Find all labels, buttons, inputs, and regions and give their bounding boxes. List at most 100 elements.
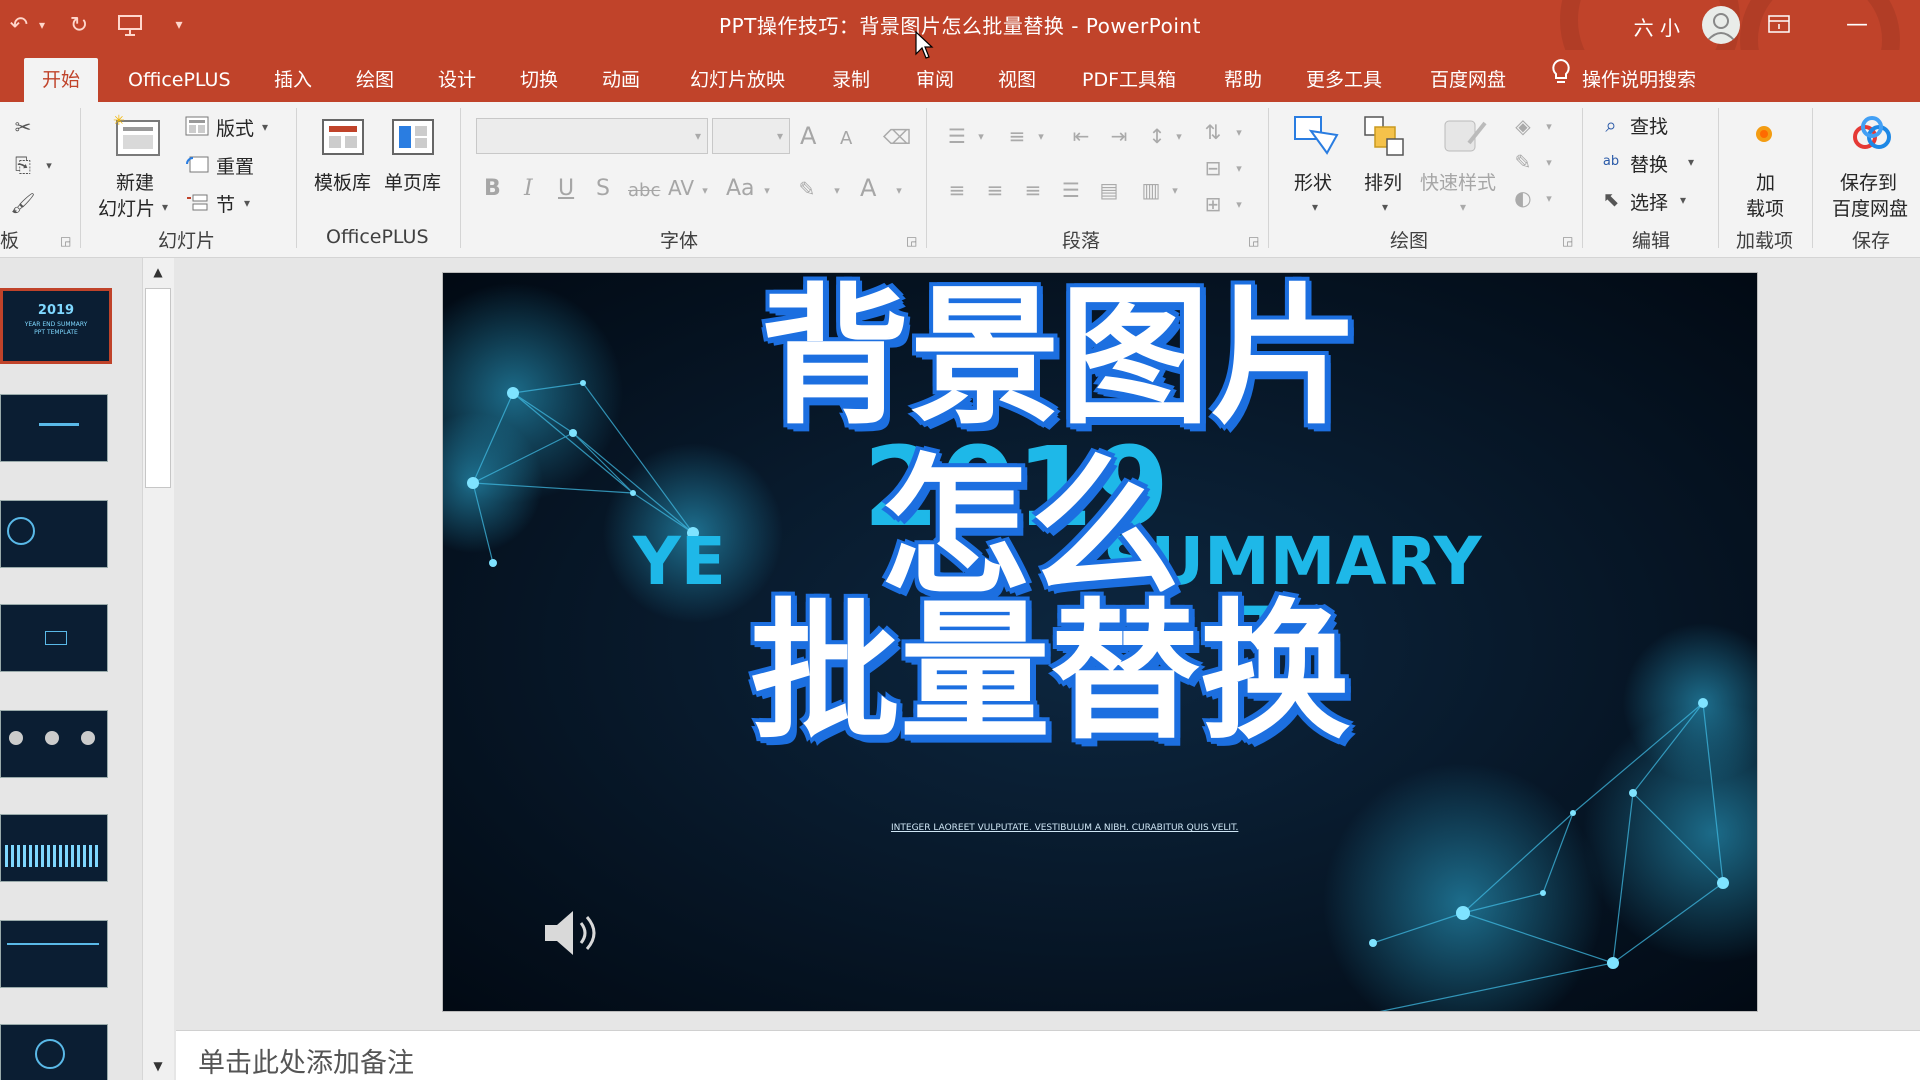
tab-review[interactable]: 审阅 [898, 58, 972, 102]
numbering-icon[interactable]: ≡ [1002, 122, 1032, 150]
layout-label[interactable]: 版式 [216, 114, 254, 141]
shrink-font-button[interactable]: A [840, 128, 852, 149]
shapes-icon[interactable] [1290, 112, 1342, 162]
font-name-select[interactable] [476, 118, 708, 154]
line-spacing-dropdown-icon[interactable]: ▾ [1172, 128, 1186, 144]
tab-more-tools[interactable]: 更多工具 [1288, 58, 1400, 102]
font-name-dropdown-icon[interactable]: ▾ [690, 126, 706, 146]
tab-help[interactable]: 帮助 [1206, 58, 1280, 102]
tab-pdf-tools[interactable]: PDF工具箱 [1064, 58, 1194, 102]
copy-dropdown-icon[interactable]: ▾ [42, 158, 56, 172]
layout-icon[interactable] [184, 114, 210, 138]
single-page-library-icon[interactable] [388, 114, 438, 162]
strikethrough-button[interactable]: abc [628, 180, 660, 201]
align-left-icon[interactable]: ≡ [942, 176, 972, 204]
paragraph-launcher-icon[interactable]: ◲ [1248, 234, 1259, 248]
quick-styles-icon[interactable] [1438, 112, 1490, 162]
addins-label[interactable]: 加 [1756, 168, 1775, 195]
scroll-up-icon[interactable]: ▲ [146, 260, 170, 284]
tab-record[interactable]: 录制 [814, 58, 888, 102]
text-direction-icon[interactable]: ⇅ [1198, 118, 1228, 146]
slide-fine-print[interactable]: INTEGER LAOREET VULPUTATE. VESTIBULUM A … [891, 823, 1238, 833]
scroll-down-icon[interactable]: ▼ [146, 1054, 170, 1078]
speaker-icon[interactable] [539, 901, 603, 965]
align-text-icon[interactable]: ⊟ [1198, 154, 1228, 182]
reset-label[interactable]: 重置 [216, 152, 254, 179]
minimize-icon[interactable]: — [1834, 6, 1880, 42]
template-library-label[interactable]: 模板库 [314, 168, 371, 195]
overlay-title-line-1[interactable]: 背景图片 [443, 273, 1717, 443]
increase-indent-icon[interactable]: ⇥ [1104, 122, 1134, 150]
bullets-icon[interactable]: ☰ [942, 122, 972, 150]
slide-thumbnail-4[interactable] [0, 604, 108, 672]
tab-draw[interactable]: 绘图 [338, 58, 412, 102]
grow-font-button[interactable]: A [800, 122, 816, 150]
shape-outline-icon[interactable]: ✎ [1508, 148, 1538, 176]
format-painter-icon[interactable]: 🖌 [8, 188, 38, 218]
reset-icon[interactable] [184, 152, 210, 176]
addins-label-2[interactable]: 载项 [1746, 194, 1784, 221]
tab-slideshow[interactable]: 幻灯片放映 [672, 58, 803, 102]
new-slide-label-2[interactable]: 幻灯片 [98, 194, 155, 221]
character-spacing-button[interactable]: AV [668, 176, 694, 200]
tab-officeplus[interactable]: OfficePLUS [110, 58, 249, 102]
tab-home[interactable]: 开始 [24, 58, 99, 102]
avatar[interactable] [1702, 6, 1740, 44]
italic-button[interactable]: I [524, 176, 533, 201]
shape-outline-dropdown-icon[interactable]: ▾ [1542, 154, 1556, 170]
smartart-icon[interactable]: ⊞ [1198, 190, 1228, 218]
align-right-icon[interactable]: ≡ [1018, 176, 1048, 204]
tell-me-search[interactable]: 操作说明搜索 [1550, 58, 1696, 102]
shapes-dropdown-icon[interactable]: ▾ [1308, 198, 1322, 216]
drawing-launcher-icon[interactable]: ◲ [1562, 234, 1573, 248]
baidu-cloud-icon[interactable] [1848, 114, 1896, 154]
select-button[interactable]: 选择 [1630, 188, 1668, 215]
font-launcher-icon[interactable]: ◲ [906, 234, 917, 248]
slide-thumbnail-7[interactable] [0, 920, 108, 988]
highlight-dropdown-icon[interactable]: ▾ [830, 182, 844, 198]
underline-button[interactable]: U [558, 176, 574, 201]
arrange-label[interactable]: 排列 [1364, 168, 1402, 195]
slide-thumbnail-3[interactable] [0, 500, 108, 568]
tab-view[interactable]: 视图 [980, 58, 1054, 102]
tab-design[interactable]: 设计 [420, 58, 494, 102]
replace-dropdown-icon[interactable]: ▾ [1684, 154, 1698, 170]
clipboard-launcher-icon[interactable]: ◲ [60, 234, 71, 248]
search-icon[interactable]: ⌕ [1598, 112, 1624, 138]
slide-thumbnail-5[interactable] [0, 710, 108, 778]
quick-styles-label[interactable]: 快速样式 [1420, 168, 1496, 195]
arrange-dropdown-icon[interactable]: ▾ [1378, 198, 1392, 216]
template-library-icon[interactable] [318, 114, 368, 162]
tab-insert[interactable]: 插入 [256, 58, 330, 102]
section-dropdown-icon[interactable]: ▾ [240, 194, 254, 212]
shape-fill-dropdown-icon[interactable]: ▾ [1542, 118, 1556, 134]
quick-styles-dropdown-icon[interactable]: ▾ [1456, 198, 1470, 216]
copy-icon[interactable]: ⎘ [8, 150, 38, 180]
find-button[interactable]: 查找 [1630, 112, 1668, 139]
slide-thumbnail-2[interactable] [0, 394, 108, 462]
tab-animations[interactable]: 动画 [584, 58, 658, 102]
overlay-title-line-3[interactable]: 批量替换 [443, 588, 1707, 758]
replace-button[interactable]: 替换 [1630, 150, 1668, 177]
layout-dropdown-icon[interactable]: ▾ [258, 118, 272, 136]
select-dropdown-icon[interactable]: ▾ [1676, 192, 1690, 208]
numbering-dropdown-icon[interactable]: ▾ [1034, 128, 1048, 144]
section-label[interactable]: 节 [216, 190, 235, 217]
save-to-baidu-label-2[interactable]: 百度网盘 [1832, 194, 1908, 221]
smartart-dropdown-icon[interactable]: ▾ [1232, 196, 1246, 212]
font-color-dropdown-icon[interactable]: ▾ [892, 182, 906, 198]
notes-pane[interactable]: 单击此处添加备注 [176, 1030, 1920, 1080]
new-slide-label[interactable]: 新建 [116, 168, 154, 195]
single-page-library-label[interactable]: 单页库 [384, 168, 441, 195]
columns-dropdown-icon[interactable]: ▾ [1168, 182, 1182, 198]
highlight-icon[interactable]: ✎ [792, 174, 822, 204]
font-size-dropdown-icon[interactable]: ▾ [772, 126, 788, 146]
decrease-indent-icon[interactable]: ⇤ [1066, 122, 1096, 150]
shapes-label[interactable]: 形状 [1294, 168, 1332, 195]
bullets-dropdown-icon[interactable]: ▾ [974, 128, 988, 144]
select-cursor-icon[interactable]: ⬉ [1598, 186, 1624, 212]
scrollbar-thumb[interactable] [145, 288, 171, 488]
tab-baidu-netdisk[interactable]: 百度网盘 [1412, 58, 1524, 102]
addins-icon[interactable] [1752, 122, 1776, 146]
align-center-icon[interactable]: ≡ [980, 176, 1010, 204]
